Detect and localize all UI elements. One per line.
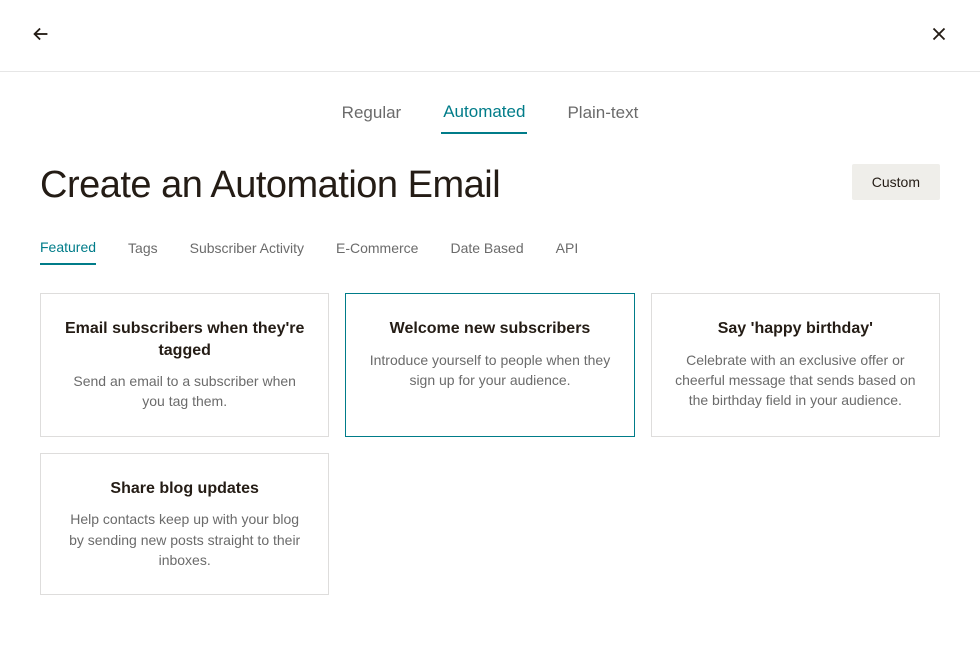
tab-plain-text[interactable]: Plain-text <box>565 96 640 134</box>
card-desc: Introduce yourself to people when they s… <box>366 350 613 391</box>
automation-card[interactable]: Welcome new subscribers Introduce yourse… <box>345 293 634 437</box>
secondary-tabs: Featured Tags Subscriber Activity E-Comm… <box>40 235 940 265</box>
subtab-api[interactable]: API <box>556 235 579 265</box>
automation-card[interactable]: Share blog updates Help contacts keep up… <box>40 453 329 595</box>
subtab-tags[interactable]: Tags <box>128 235 158 265</box>
page-title: Create an Automation Email <box>40 164 500 207</box>
card-desc: Help contacts keep up with your blog by … <box>61 509 308 570</box>
close-button[interactable] <box>922 17 956 54</box>
tab-regular[interactable]: Regular <box>340 96 404 134</box>
custom-button[interactable]: Custom <box>852 164 940 200</box>
tab-automated[interactable]: Automated <box>441 96 527 134</box>
back-button[interactable] <box>24 17 58 54</box>
primary-tabs: Regular Automated Plain-text <box>0 96 980 134</box>
card-desc: Send an email to a subscriber when you t… <box>61 371 308 412</box>
header-bar <box>0 0 980 72</box>
subtab-subscriber-activity[interactable]: Subscriber Activity <box>190 235 304 265</box>
automation-card[interactable]: Email subscribers when they're tagged Se… <box>40 293 329 437</box>
close-icon <box>928 23 950 48</box>
automation-card[interactable]: Say 'happy birthday' Celebrate with an e… <box>651 293 940 437</box>
card-title: Share blog updates <box>61 478 308 500</box>
card-title: Welcome new subscribers <box>366 318 613 340</box>
title-row: Create an Automation Email Custom <box>40 164 940 207</box>
content-area: Create an Automation Email Custom Featur… <box>0 134 980 595</box>
subtab-ecommerce[interactable]: E-Commerce <box>336 235 418 265</box>
subtab-date-based[interactable]: Date Based <box>450 235 523 265</box>
card-title: Email subscribers when they're tagged <box>61 318 308 361</box>
arrow-left-icon <box>30 23 52 48</box>
card-title: Say 'happy birthday' <box>672 318 919 340</box>
card-desc: Celebrate with an exclusive offer or che… <box>672 350 919 411</box>
subtab-featured[interactable]: Featured <box>40 235 96 265</box>
card-grid: Email subscribers when they're tagged Se… <box>40 293 940 595</box>
